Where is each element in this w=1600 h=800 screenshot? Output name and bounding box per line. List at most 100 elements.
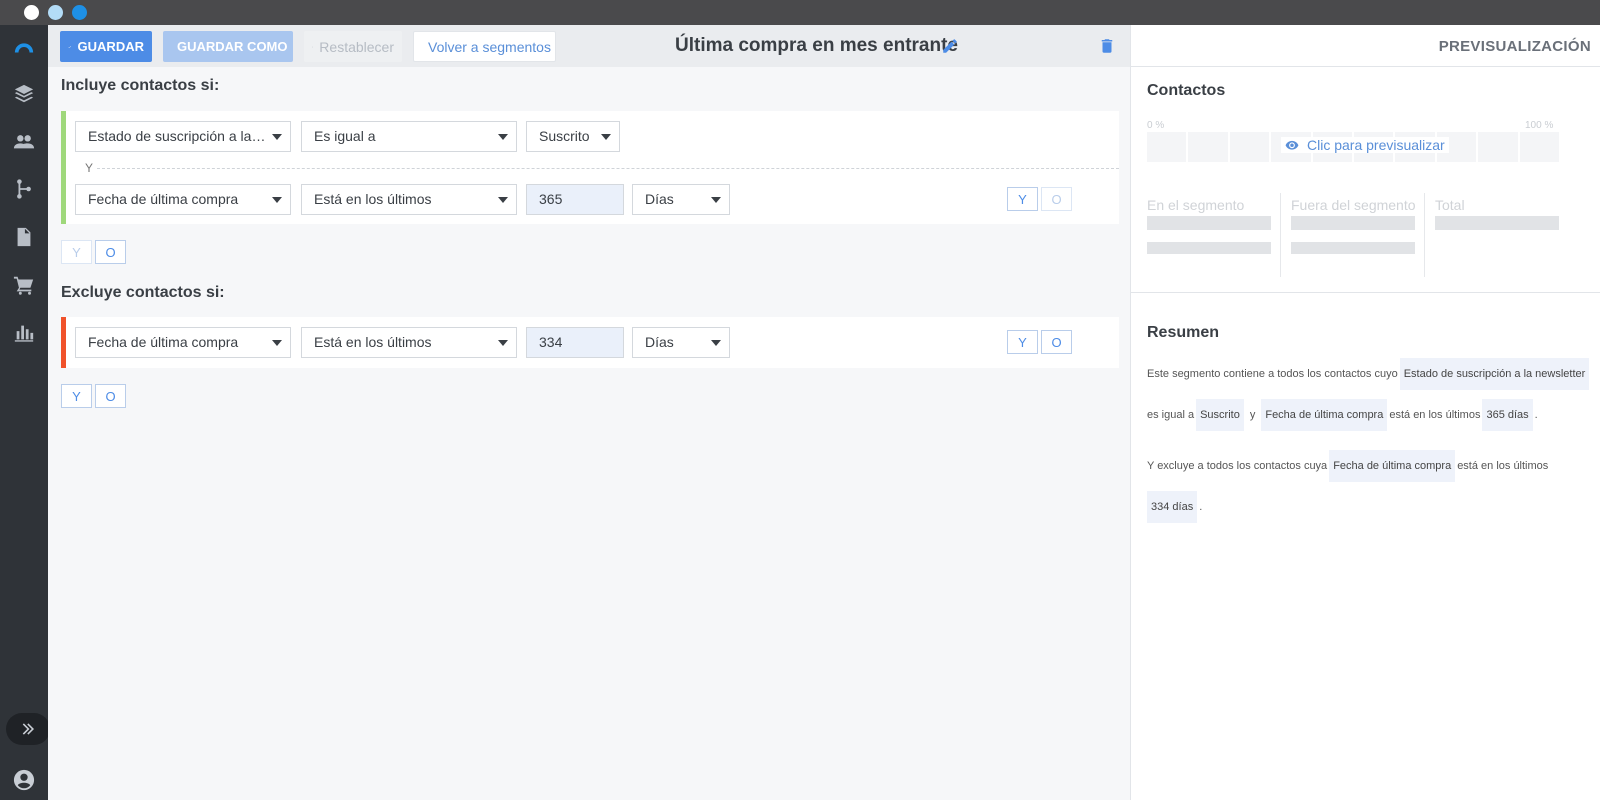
flow-icon[interactable] <box>0 169 48 209</box>
chevron-down-icon <box>498 340 508 346</box>
delete-segment-icon[interactable] <box>1098 36 1116 56</box>
include-rule-group: Estado de suscripción a la newsletter Es… <box>61 111 1119 224</box>
preview-link[interactable]: Clic para previsualizar <box>1281 137 1449 153</box>
exclude-rule1-and-button[interactable]: Y <box>1007 330 1038 354</box>
stat-in-segment-placeholder <box>1147 242 1271 254</box>
include-section-title: Incluye contactos si: <box>61 77 220 94</box>
exclude-rule1-field-select[interactable]: Fecha de última compra <box>75 327 291 358</box>
preview-panel-title: PREVISUALIZACIÓN <box>1438 38 1591 55</box>
stat-out-segment-placeholder <box>1291 242 1415 254</box>
contacts-title: Contactos <box>1147 82 1226 99</box>
cart-icon[interactable] <box>0 265 48 305</box>
include-rule2-unit-select[interactable]: Días <box>632 184 730 215</box>
chevron-down-icon <box>498 197 508 203</box>
user-account-icon <box>13 769 35 791</box>
exclude-add-and-button[interactable]: Y <box>61 384 92 408</box>
include-rule2-operator-value: Está en los últimos <box>314 191 432 207</box>
exclude-rule1-field-value: Fecha de última compra <box>88 334 239 350</box>
stat-separator <box>1424 193 1425 277</box>
rule-joiner-label: Y <box>85 161 94 175</box>
chevron-down-icon <box>272 134 282 140</box>
exclude-rule1-operator-value: Está en los últimos <box>314 334 432 350</box>
save-as-button-label: GUARDAR COMO <box>177 39 288 54</box>
sidebar-expand-button[interactable] <box>6 713 50 745</box>
summary-title: Resumen <box>1147 324 1220 341</box>
summary-fragment: . <box>1199 501 1203 513</box>
summary-fragment: Y excluye a todos los contactos cuya <box>1147 460 1328 472</box>
window-minimize-button[interactable] <box>48 5 63 20</box>
left-sidebar <box>0 25 50 800</box>
save-button[interactable]: GUARDAR <box>60 31 152 62</box>
exclude-rule1-operator-select[interactable]: Está en los últimos <box>301 327 517 358</box>
preview-panel-header: PREVISUALIZACIÓN <box>1131 25 1600 67</box>
back-to-segments-button[interactable]: Volver a segmentos <box>413 31 556 62</box>
exclude-rule1-value-input[interactable]: 334 <box>526 327 624 358</box>
stat-out-segment-label: Fuera del segmento <box>1291 197 1416 213</box>
summary-chip: 365 días <box>1482 399 1533 431</box>
stat-in-segment-label: En el segmento <box>1147 197 1245 213</box>
chevron-down-icon <box>272 340 282 346</box>
summary-fragment: Este segmento contiene a todos los conta… <box>1147 368 1398 380</box>
include-rule1-value: Suscrito <box>539 128 590 144</box>
include-rule2-field-select[interactable]: Fecha de última compra <box>75 184 291 215</box>
reset-button[interactable]: Restablecer <box>304 31 402 62</box>
rule-joiner-divider <box>97 168 1119 169</box>
summary-chip: Fecha de última compra <box>1261 399 1388 431</box>
layers-icon[interactable] <box>0 74 48 114</box>
editor-toolbar: GUARDAR GUARDAR COMO Restablecer Volver … <box>48 25 1130 67</box>
exclude-rule1-unit-value: Días <box>645 334 674 350</box>
summary-chip: Estado de suscripción a la newsletter <box>1399 358 1590 390</box>
include-add-or-button[interactable]: O <box>95 240 126 264</box>
chevron-down-icon <box>711 197 721 203</box>
window-close-button[interactable] <box>24 5 39 20</box>
summary-fragment: y <box>1249 409 1256 421</box>
include-rule2-operator-select[interactable]: Está en los últimos <box>301 184 517 215</box>
include-rule1-operator-select[interactable]: Es igual a <box>301 121 517 152</box>
summary-fragment: . <box>1534 409 1538 421</box>
save-as-button[interactable]: GUARDAR COMO <box>163 31 293 62</box>
exclude-rule-group: Fecha de última compra Está en los últim… <box>61 317 1119 368</box>
include-rule1-field-value: Estado de suscripción a la newsletter <box>88 128 291 144</box>
include-rule2-field-value: Fecha de última compra <box>88 191 239 207</box>
include-rule2-and-button[interactable]: Y <box>1007 187 1038 211</box>
include-rule2-or-button[interactable]: O <box>1041 187 1072 211</box>
include-rule2-value-input[interactable]: 365 <box>526 184 624 215</box>
history-icon <box>312 46 314 47</box>
edit-title-icon[interactable] <box>941 37 959 55</box>
include-rule1-field-select[interactable]: Estado de suscripción a la newsletter <box>75 121 291 152</box>
chart-icon[interactable] <box>0 312 48 352</box>
summary-fragment: está en los últimos <box>1389 409 1481 421</box>
stat-in-segment-placeholder <box>1147 216 1271 230</box>
include-accent-bar <box>61 111 66 224</box>
chevron-down-icon <box>711 340 721 346</box>
back-button-label: Volver a segmentos <box>428 38 551 55</box>
segment-editor: GUARDAR GUARDAR COMO Restablecer Volver … <box>48 25 1130 800</box>
preview-link-label: Clic para previsualizar <box>1307 137 1445 153</box>
contacts-icon[interactable] <box>0 122 48 162</box>
reset-button-label: Restablecer <box>319 38 394 55</box>
stat-out-segment-placeholder <box>1291 216 1415 230</box>
stat-total-label: Total <box>1435 197 1465 213</box>
window-titlebar <box>0 0 1600 25</box>
chevron-down-icon <box>498 134 508 140</box>
include-rule1-value-select[interactable]: Suscrito <box>526 121 620 152</box>
stat-separator <box>1280 193 1281 277</box>
summary-line: Este segmento contiene a todos los conta… <box>1147 358 1591 390</box>
document-icon[interactable] <box>0 217 48 257</box>
save-button-label: GUARDAR <box>77 39 144 54</box>
logo-icon[interactable] <box>0 27 48 67</box>
include-rule1-operator-value: Es igual a <box>314 128 376 144</box>
exclude-rule1-unit-select[interactable]: Días <box>632 327 730 358</box>
eye-icon <box>1285 140 1299 150</box>
exclude-rule1-or-button[interactable]: O <box>1041 330 1072 354</box>
summary-line: Y excluye a todos los contactos cuya Fec… <box>1147 450 1548 482</box>
exclude-add-or-button[interactable]: O <box>95 384 126 408</box>
window-maximize-button[interactable] <box>72 5 87 20</box>
exclude-accent-bar <box>61 317 66 368</box>
include-add-and-button[interactable]: Y <box>61 240 92 264</box>
preview-panel: PREVISUALIZACIÓN Contactos 0 % 100 % Cli… <box>1130 25 1600 800</box>
user-account-button[interactable] <box>0 760 48 800</box>
summary-fragment: es igual a <box>1147 409 1195 421</box>
double-chevron-right-icon <box>22 723 34 735</box>
summary-line: 334 días . <box>1145 491 1202 523</box>
